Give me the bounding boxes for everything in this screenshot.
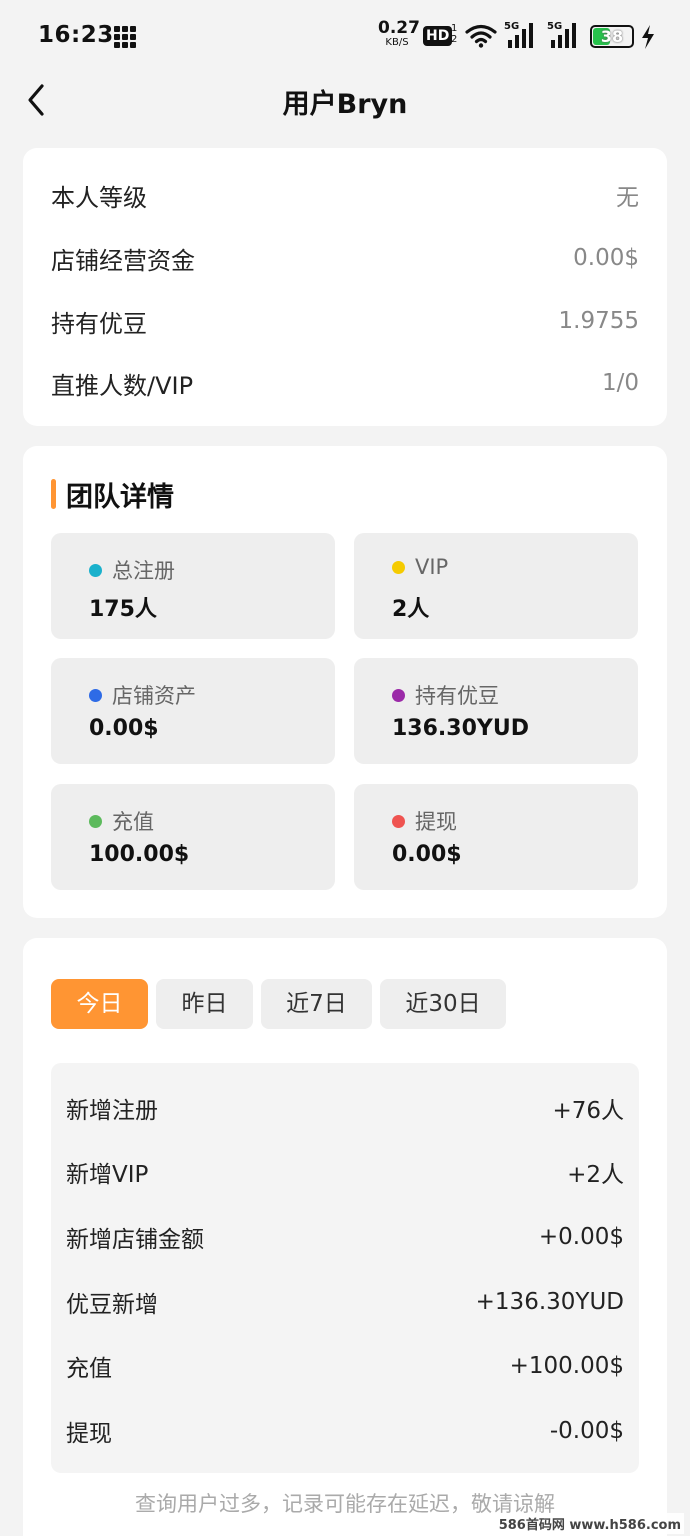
detail-value: -0.00$ [549,1418,624,1444]
info-label: 本人等级 [51,183,147,212]
stat-label: 提现 [415,810,457,834]
detail-label: 充值 [66,1356,112,1382]
detail-value: +100.00$ [509,1353,624,1379]
team-details-card: 团队详情 总注册 175人 VIP 2人 店铺资产 0.00$ 持有优豆 136… [23,446,667,918]
page-header: 用户Bryn [0,72,690,128]
stat-vip: VIP 2人 [354,533,638,639]
stat-label: 店铺资产 [112,684,196,708]
detail-label: 新增店铺金额 [66,1227,204,1253]
signal-sim1-label: 5G [504,21,520,32]
section-header: 团队详情 [51,476,174,513]
detail-label: 提现 [66,1421,112,1447]
dot-icon [89,563,102,577]
hd-sub-label: 1 2 [451,23,458,45]
network-speed: 0.27 KB/S [378,18,420,48]
list-item: 充值 +100.00$ [66,1346,624,1386]
stat-value: 175人 [89,597,157,622]
tab-yesterday[interactable]: 昨日 [156,979,253,1029]
info-row-store-funds: 店铺经营资金 0.00$ [51,238,639,278]
list-item: 优豆新增 +136.30YUD [66,1282,624,1322]
stat-value: 2人 [392,597,430,622]
network-speed-value: 0.27 [378,18,420,38]
list-item: 新增店铺金额 +0.00$ [66,1217,624,1257]
signal-icon-sim1: 5G [504,21,540,54]
list-item: 新增VIP +2人 [66,1152,624,1192]
detail-value: +2人 [567,1162,624,1188]
hd-label: HD [423,26,453,46]
info-row-referrals: 直推人数/VIP 1/0 [51,363,639,403]
info-row-beans: 持有优豆 1.9755 [51,301,639,341]
section-accent-bar [51,479,56,509]
stat-value: 136.30YUD [392,716,529,741]
info-value: 0.00$ [573,245,639,271]
list-item: 提现 -0.00$ [66,1411,624,1451]
dot-icon [392,688,405,702]
info-value: 1.9755 [558,308,639,334]
stat-label: 持有优豆 [415,684,499,708]
stat-recharge: 充值 100.00$ [51,784,335,890]
stat-value: 0.00$ [392,842,462,867]
hd-voice-icon: HD 1 2 [423,23,457,46]
info-value: 无 [616,185,639,211]
stat-total-registered: 总注册 175人 [51,533,335,639]
tab-7-days[interactable]: 近7日 [261,979,372,1029]
battery-level: 38 [600,27,624,46]
dot-icon [392,814,405,828]
tab-30-days[interactable]: 近30日 [380,979,506,1029]
dot-icon [392,560,405,574]
tab-today[interactable]: 今日 [51,979,148,1029]
detail-value: +136.30YUD [475,1289,624,1315]
period-detail-list: 新增注册 +76人 新增VIP +2人 新增店铺金额 +0.00$ 优豆新增 +… [51,1063,639,1473]
detail-label: 新增注册 [66,1098,158,1124]
status-time: 16:23 [38,22,114,48]
stat-label: 充值 [112,810,154,834]
stat-label: 总注册 [112,559,175,583]
detail-label: 新增VIP [66,1162,149,1188]
period-stats-card: 今日 昨日 近7日 近30日 新增注册 +76人 新增VIP +2人 新增店铺金… [23,938,667,1536]
detail-value: +76人 [552,1098,624,1124]
charging-icon [640,24,656,54]
stat-withdraw: 提现 0.00$ [354,784,638,890]
section-title: 团队详情 [66,481,174,513]
info-row-level: 本人等级 无 [51,175,639,215]
info-label: 直推人数/VIP [51,371,194,400]
page-title: 用户Bryn [282,89,408,120]
status-bar: 16:23 0.27 KB/S HD 1 2 5G 5G 38 [0,0,690,72]
stat-label: VIP [415,555,449,579]
battery-icon: 38 [590,25,634,48]
signal-icon-sim2: 5G [547,21,583,54]
stat-value: 100.00$ [89,842,190,867]
info-value: 1/0 [601,370,639,396]
signal-sim2-label: 5G [547,21,563,32]
wifi-icon [465,24,497,52]
info-label: 持有优豆 [51,309,147,338]
stat-store-assets: 店铺资产 0.00$ [51,658,335,764]
list-item: 新增注册 +76人 [66,1088,624,1128]
info-label: 店铺经营资金 [51,246,195,275]
watermark: 586首码网 www.h586.com [495,1513,684,1534]
network-speed-unit: KB/S [385,37,409,48]
app-grid-icon [114,26,136,48]
stat-value: 0.00$ [89,716,159,741]
profile-summary-card: 本人等级 无 店铺经营资金 0.00$ 持有优豆 1.9755 直推人数/VIP… [23,148,667,426]
dot-icon [89,688,102,702]
dot-icon [89,814,102,828]
detail-value: +0.00$ [538,1224,624,1250]
detail-label: 优豆新增 [66,1292,158,1318]
stat-beans-held: 持有优豆 136.30YUD [354,658,638,764]
